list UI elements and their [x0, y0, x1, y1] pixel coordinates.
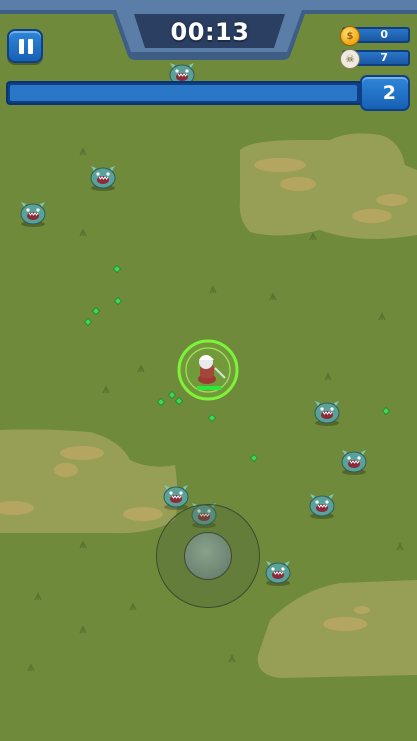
enemy-monster: [20, 202, 46, 227]
virtual-joystick[interactable]: [156, 504, 260, 608]
enemy-monster: [163, 485, 189, 510]
skull-icon: ☠: [340, 49, 360, 69]
xp-bar-fill: [10, 85, 357, 101]
pause-icon-bar: [28, 39, 33, 54]
player-health-bar: [197, 386, 221, 390]
game-timer: 00:13: [170, 18, 250, 46]
coin-icon: $: [340, 26, 360, 46]
pause-button[interactable]: [7, 29, 43, 63]
coin-count: 0: [380, 28, 388, 41]
enemy-monster: [90, 166, 116, 191]
enemy-monster: [309, 494, 335, 519]
xp-bar: [6, 81, 368, 105]
dirt-patch-top-right: [239, 133, 417, 239]
enemy-monster: [341, 450, 367, 475]
enemy-monster: [314, 401, 340, 426]
enemy-monster: [265, 561, 291, 586]
player-character: [177, 339, 239, 401]
pause-icon: [19, 39, 24, 54]
kill-count: 7: [380, 51, 388, 64]
coin-counter: $ 0: [340, 26, 410, 46]
level-badge: 2: [360, 75, 410, 111]
game-field[interactable]: [0, 0, 417, 741]
joystick-knob[interactable]: [184, 532, 232, 580]
kill-counter: ☠ 7: [340, 49, 410, 69]
